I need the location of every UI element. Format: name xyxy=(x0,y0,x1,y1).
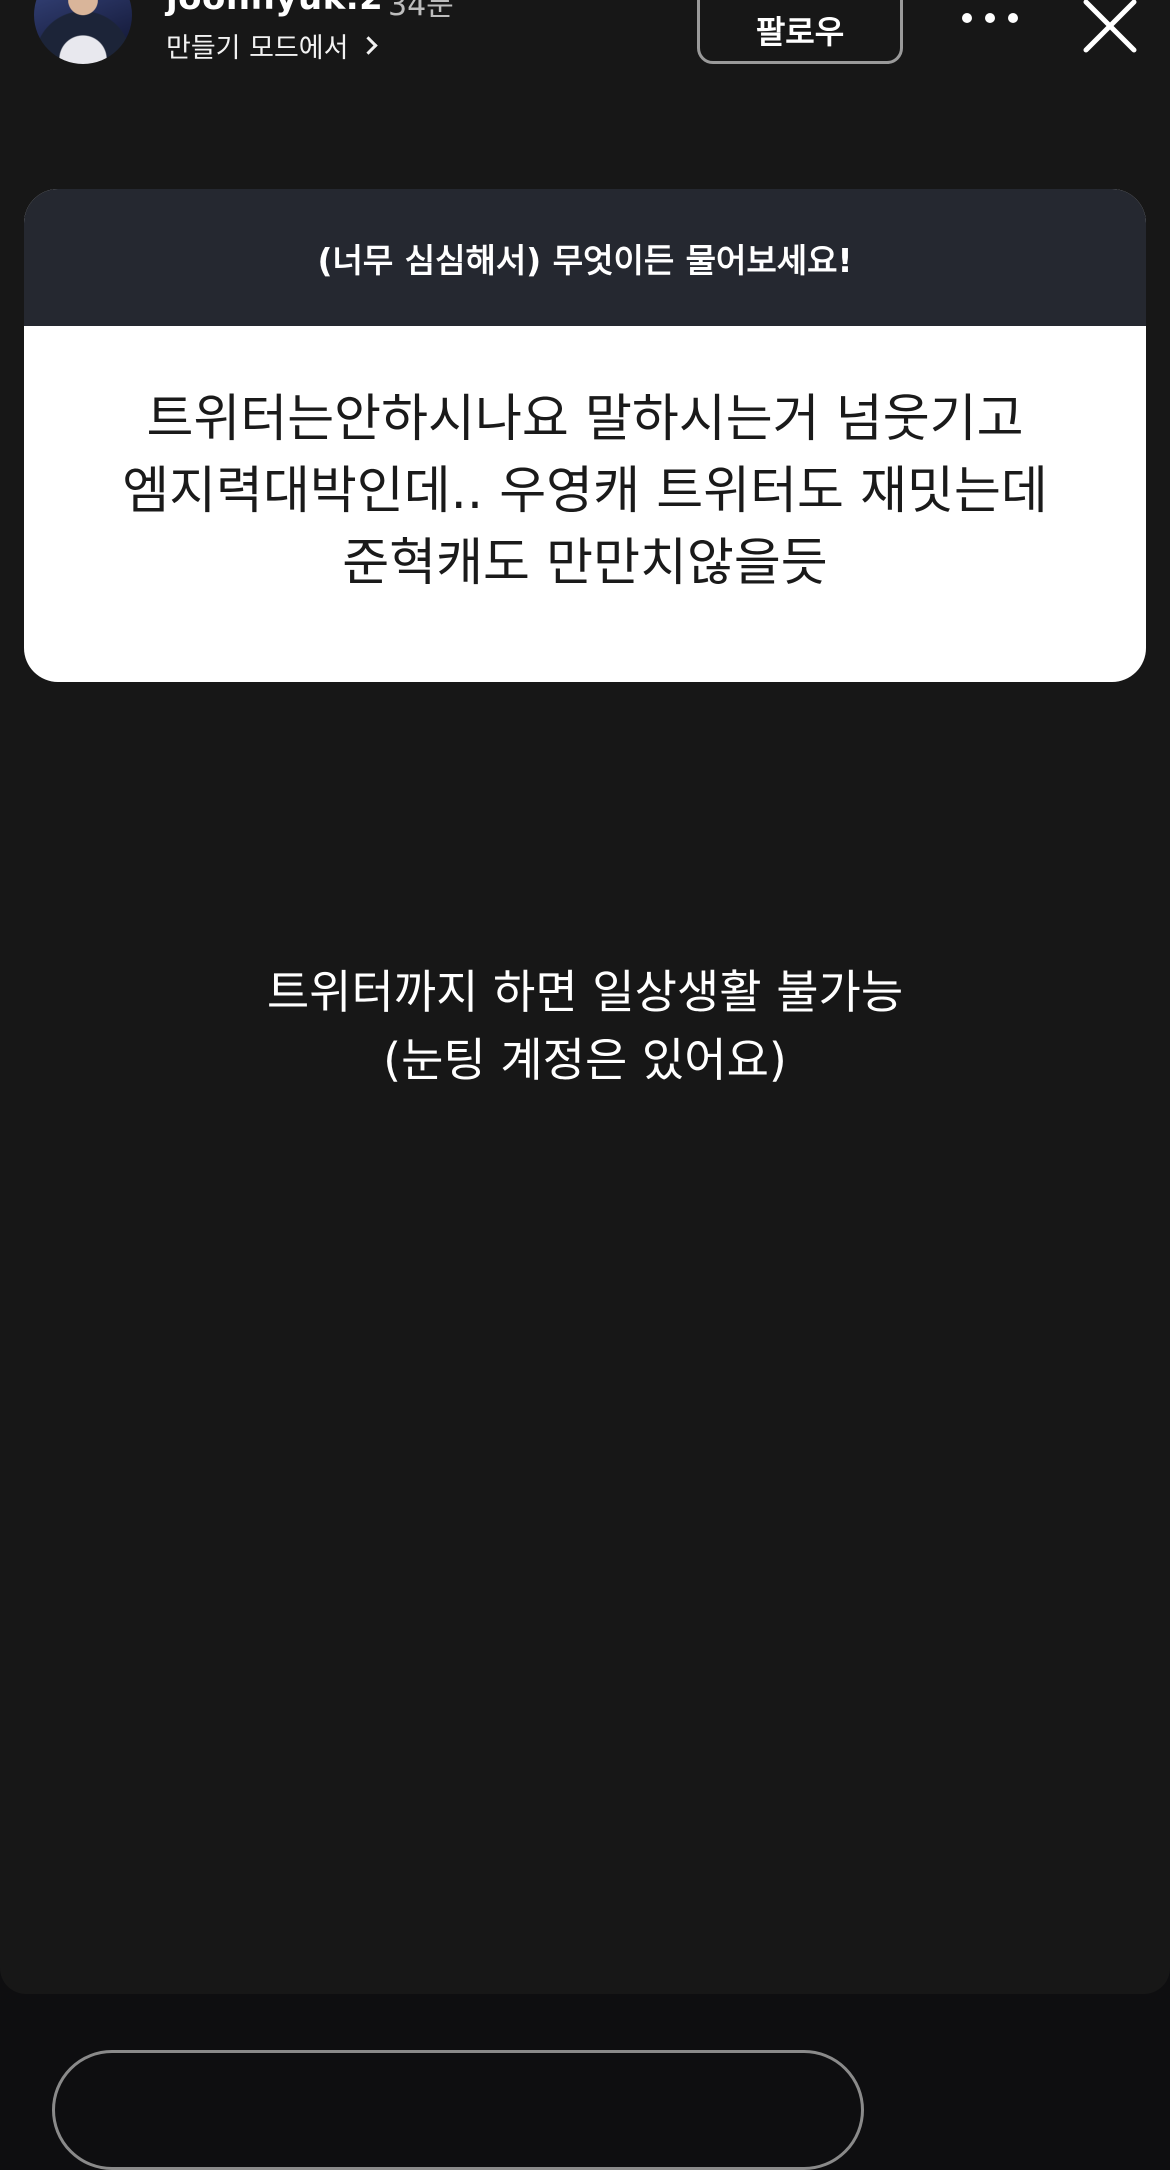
answer-line: 트위터까지 하면 일상생활 불가능 xyxy=(266,965,904,1019)
question-prompt: (너무 심심해서) 무엇이든 물어보세요! xyxy=(24,189,1146,326)
question-sticker: (너무 심심해서) 무엇이든 물어보세요! 트위터는안하시나요 말하시는거 넘웃… xyxy=(24,189,1146,682)
time-ago: 34분 xyxy=(388,0,454,23)
create-mode-label: 만들기 모드에서 xyxy=(166,33,349,64)
create-mode-link[interactable]: 만들기 모드에서 xyxy=(166,26,379,65)
question-line: 준혁캐도 만만치않을듯 xyxy=(342,534,828,593)
username[interactable]: joonhyuk.2 xyxy=(166,0,383,18)
avatar[interactable] xyxy=(34,0,132,64)
story-header: joonhyuk.2 34분 만들기 모드에서 팔로우 xyxy=(0,0,1170,80)
question-line: 트위터는안하시나요 말하시는거 넘웃기고 xyxy=(146,390,1024,449)
more-horizontal-icon[interactable] xyxy=(962,12,1018,24)
answer-text: 트위터까지 하면 일상생활 불가능 (눈팅 계정은 있어요) xyxy=(0,958,1170,1094)
question-text: 트위터는안하시나요 말하시는거 넘웃기고 엠지력대박인데.. 우영캐 트위터도 … xyxy=(24,326,1146,600)
answer-line: (눈팅 계정은 있어요) xyxy=(383,1033,787,1087)
question-line: 엠지력대박인데.. 우영캐 트위터도 재밋는데 xyxy=(122,462,1048,521)
reply-input[interactable] xyxy=(52,2050,864,2170)
story-viewer: joonhyuk.2 34분 만들기 모드에서 팔로우 (너무 심심해서) 무엇… xyxy=(0,0,1170,1994)
chevron-right-icon xyxy=(359,36,379,55)
close-icon[interactable] xyxy=(1080,0,1140,56)
follow-button[interactable]: 팔로우 xyxy=(697,0,903,64)
